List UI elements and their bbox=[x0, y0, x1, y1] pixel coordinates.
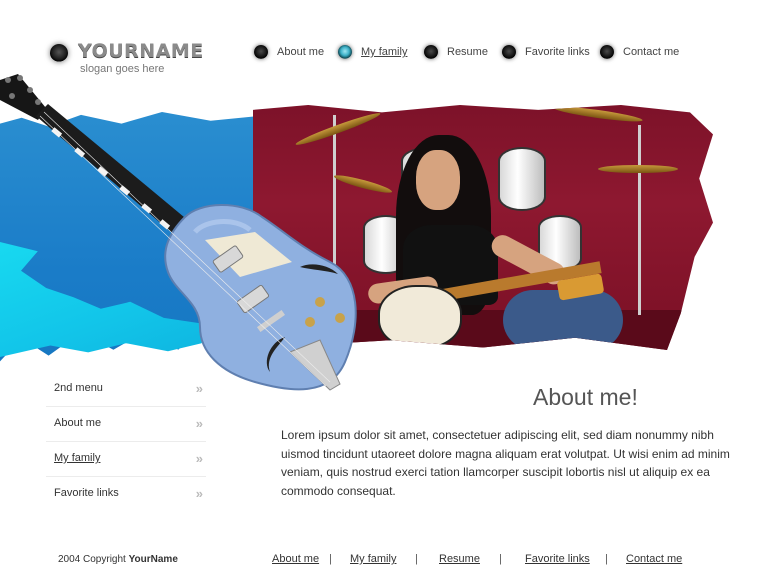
double-chevron-right-icon: » bbox=[195, 416, 204, 431]
nav-item-label[interactable]: Contact me bbox=[623, 46, 679, 58]
footer-separator: | bbox=[605, 553, 608, 565]
double-chevron-right-icon: » bbox=[195, 486, 204, 501]
nav-item-label[interactable]: My family bbox=[361, 46, 407, 58]
bullet-dot-icon bbox=[424, 45, 438, 59]
page-body-text: Lorem ipsum dolor sit amet, consectetuer… bbox=[281, 428, 730, 498]
footer-separator: | bbox=[499, 553, 502, 565]
bullet-dot-icon bbox=[254, 45, 268, 59]
logo-dot-icon bbox=[50, 44, 68, 62]
footer-link-favorite-links[interactable]: Favorite links bbox=[525, 553, 590, 565]
page-title: About me! bbox=[533, 384, 638, 410]
sidebar-item-about-me[interactable]: About me » bbox=[46, 407, 206, 442]
nav-item-label[interactable]: About me bbox=[277, 46, 324, 58]
logo-name: YOURNAME bbox=[78, 40, 204, 62]
bullet-dot-active-icon bbox=[338, 45, 352, 59]
copyright-prefix: 2004 Copyright bbox=[58, 554, 126, 565]
sidebar-item-label: About me bbox=[54, 417, 102, 429]
footer-link-contact-me[interactable]: Contact me bbox=[626, 553, 682, 565]
bullet-dot-icon bbox=[502, 45, 516, 59]
header-banner bbox=[0, 72, 780, 392]
copyright: 2004 Copyright YourName bbox=[58, 554, 178, 565]
footer-separator: | bbox=[415, 553, 418, 565]
footer-separator: | bbox=[329, 553, 332, 565]
sidebar-item-label: 2nd menu bbox=[54, 382, 103, 394]
sidebar-item-2nd-menu[interactable]: 2nd menu » bbox=[46, 372, 206, 407]
sidebar-item-label: Favorite links bbox=[54, 487, 119, 499]
nav-item-label[interactable]: Resume bbox=[447, 46, 488, 58]
double-chevron-right-icon: » bbox=[195, 451, 204, 466]
footer-link-my-family[interactable]: My family bbox=[350, 553, 396, 565]
double-chevron-right-icon: » bbox=[195, 381, 204, 396]
sidebar-menu: 2nd menu » About me » My family » Favori… bbox=[46, 372, 206, 511]
copyright-name: YourName bbox=[128, 554, 178, 565]
sidebar-item-favorite-links[interactable]: Favorite links » bbox=[46, 477, 206, 511]
footer-link-about-me[interactable]: About me bbox=[272, 553, 319, 565]
sidebar-item-label: My family bbox=[54, 452, 101, 464]
electric-guitar-image bbox=[0, 74, 357, 391]
nav-item-label[interactable]: Favorite links bbox=[525, 46, 590, 58]
footer-link-resume[interactable]: Resume bbox=[439, 553, 480, 565]
sidebar-item-my-family[interactable]: My family » bbox=[46, 442, 206, 477]
bullet-dot-icon bbox=[600, 45, 614, 59]
